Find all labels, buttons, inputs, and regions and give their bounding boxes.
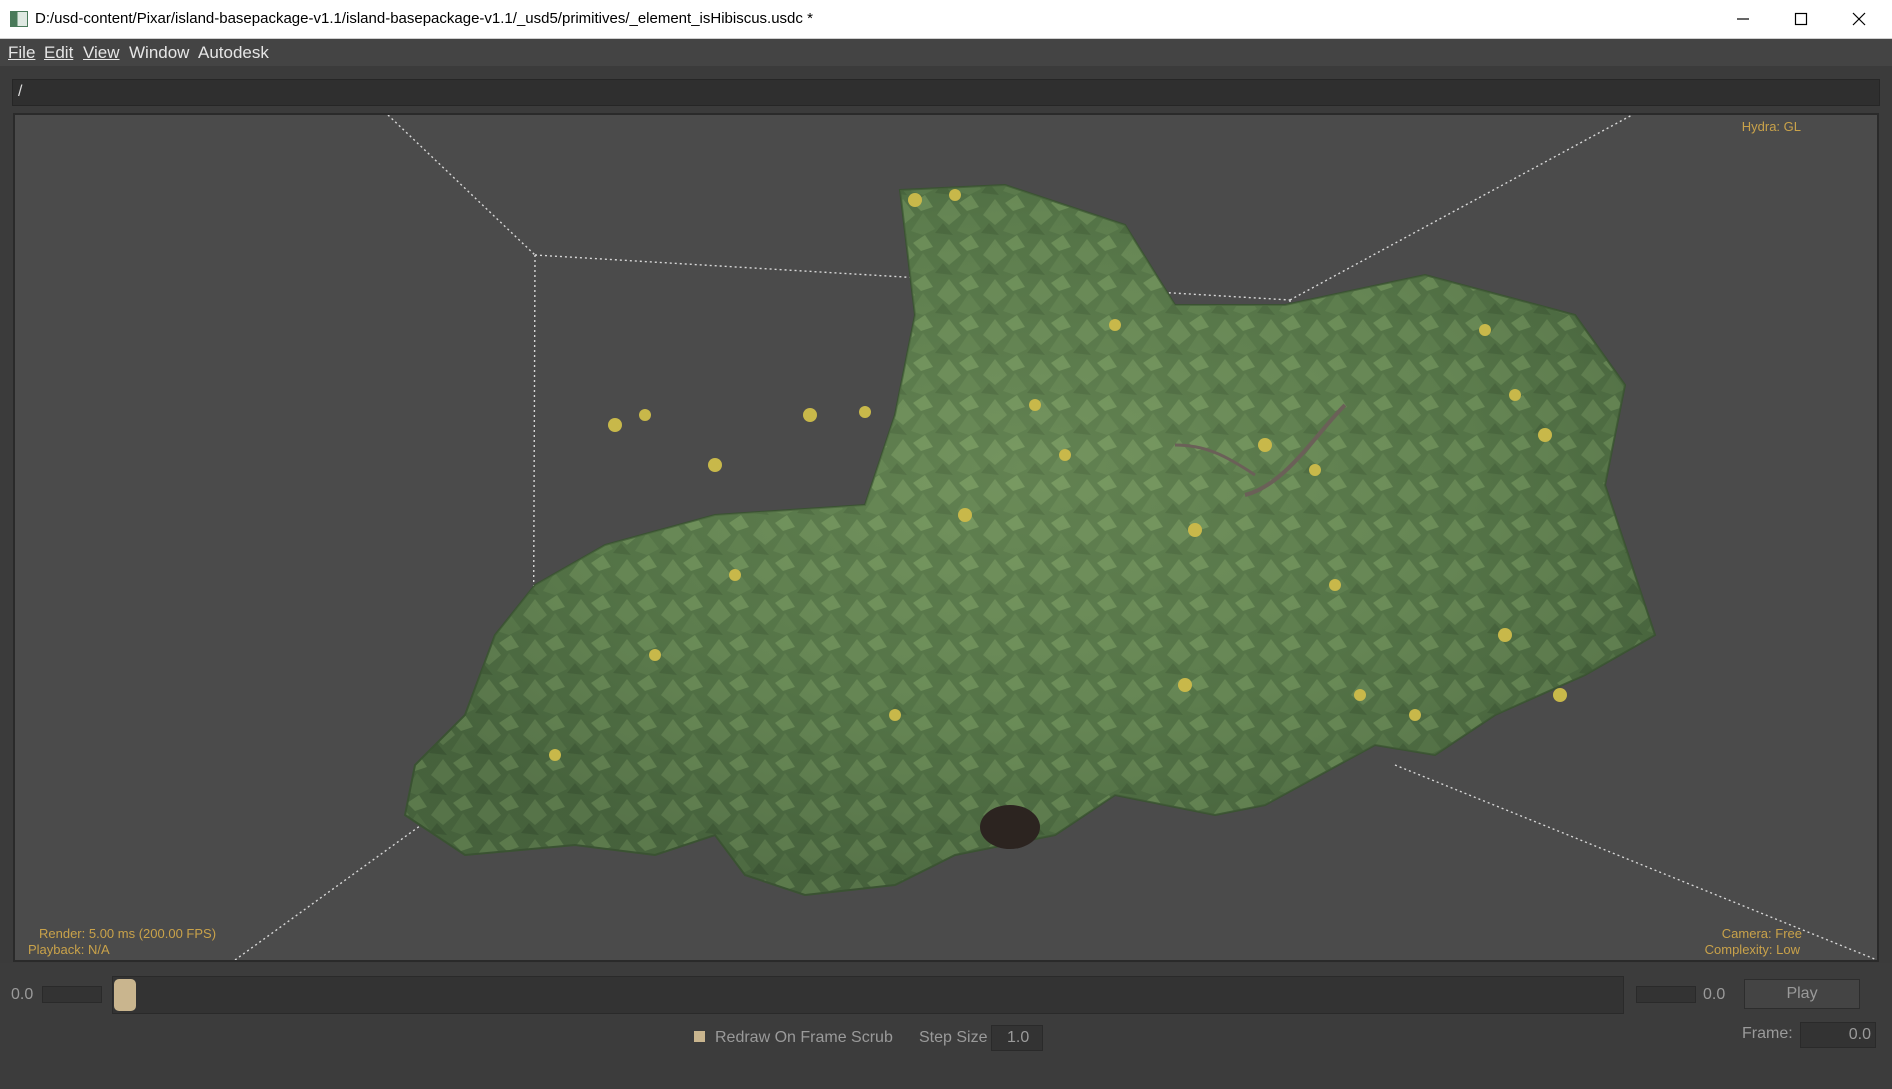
end-frame-label: 0.0 — [1703, 986, 1726, 1003]
camera-label: Camera: Free — [1721, 926, 1802, 941]
menu-edit[interactable]: Edit — [44, 43, 73, 63]
render-stats: Render: 5.00 ms (200.00 FPS) — [39, 926, 217, 941]
frame-slider[interactable] — [112, 976, 1624, 1014]
maximize-button[interactable] — [1772, 0, 1830, 38]
menu-file[interactable]: File — [8, 43, 35, 63]
redraw-checkbox[interactable] — [694, 1031, 705, 1042]
3d-viewport[interactable]: Hydra: GL Render: 5.00 ms (200.00 FPS) P… — [13, 113, 1879, 962]
play-button[interactable]: Play — [1744, 979, 1860, 1009]
window-title: D:/usd-content/Pixar/island-basepackage-… — [35, 10, 813, 27]
frame-label: Frame: — [1742, 1025, 1793, 1042]
minimize-button[interactable] — [1714, 0, 1772, 38]
maximize-icon — [1794, 12, 1808, 26]
menu-bar — [0, 39, 1892, 66]
menu-window[interactable]: Window — [129, 43, 189, 63]
frame-field[interactable]: 0.0 — [1800, 1022, 1876, 1048]
start-frame-field[interactable] — [42, 986, 102, 1003]
prim-path-value: / — [18, 83, 23, 100]
complexity-label: Complexity: Low — [1704, 942, 1800, 957]
end-frame-field[interactable] — [1636, 986, 1696, 1003]
menu-view[interactable]: View — [83, 43, 120, 63]
menu-autodesk[interactable]: Autodesk — [198, 43, 269, 63]
playback-status: Playback: N/A — [28, 942, 110, 957]
step-size-field[interactable]: 1.0 — [991, 1025, 1043, 1051]
viewport-scene — [234, 115, 1877, 960]
close-icon — [1852, 12, 1866, 26]
start-frame-label: 0.0 — [11, 986, 34, 1003]
app-icon — [10, 11, 28, 27]
frame-slider-handle[interactable] — [114, 979, 136, 1011]
close-button[interactable] — [1830, 0, 1888, 38]
title-bar: D:/usd-content/Pixar/island-basepackage-… — [0, 0, 1892, 39]
prim-path-field[interactable]: / — [12, 79, 1880, 106]
redraw-label: Redraw On Frame Scrub — [715, 1029, 893, 1046]
minimize-icon — [1737, 18, 1749, 20]
step-size-label: Step Size — [919, 1029, 988, 1046]
renderer-label: Hydra: GL — [1741, 119, 1801, 134]
hibiscus-model — [403, 183, 1657, 897]
